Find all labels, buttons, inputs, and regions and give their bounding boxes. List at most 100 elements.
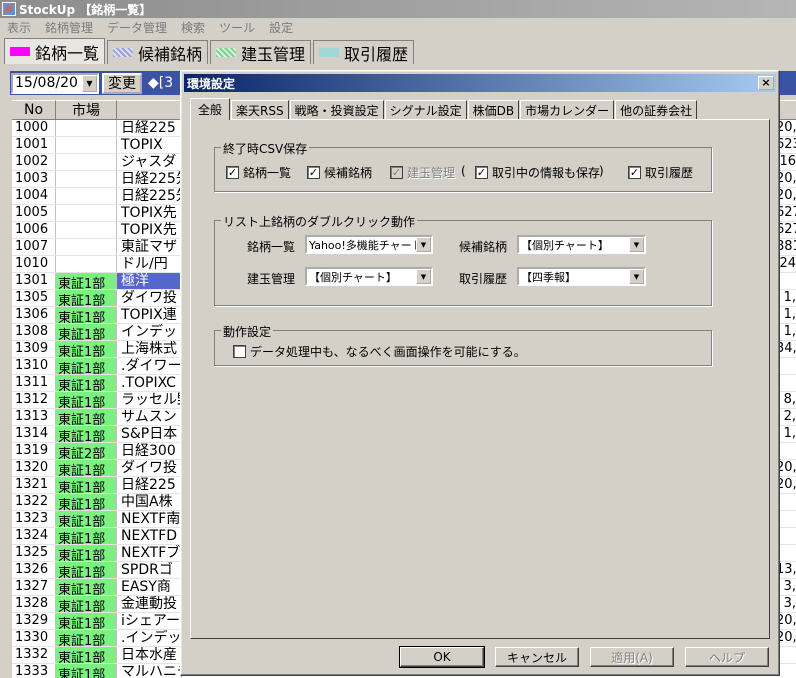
cell-market [56,188,117,204]
cell-market [56,120,117,136]
behavior-group: 動作設定 データ処理中も、なるべく画面操作を可能にする。 [214,323,712,366]
cell-no: 1305 [12,290,56,306]
header-market[interactable]: 市場 [56,100,117,119]
paren-open: ( [461,164,466,178]
chevron-down-icon[interactable]: ▼ [629,269,644,284]
csv-positions-checkbox: ✓ 建玉管理 [390,164,455,181]
select-value: 【四季報】 [521,270,576,284]
date-select[interactable]: 15/08/20 ▼ [11,72,99,94]
cell-market: 東証1部 [56,273,117,289]
tab-label: 建玉管理 [241,44,306,64]
cell-market [56,256,117,272]
check-icon: ✓ [628,166,641,179]
menu-view[interactable]: 表示 [0,19,38,36]
csv-trade-history-checkbox[interactable]: ✓ 取引履歴 [628,164,693,181]
cell-no: 1310 [12,358,56,374]
cell-market: 東証1部 [56,579,117,595]
checkbox-label: 候補銘柄 [324,166,373,180]
chevron-down-icon[interactable]: ▼ [82,74,97,92]
cell-no: 1309 [12,341,56,357]
cell-market: 東証1部 [56,664,117,678]
close-icon[interactable]: × [758,76,774,90]
cell-no: 1312 [12,392,56,408]
app-title: StockUp 【銘柄一覧】 [19,2,152,17]
cell-market: 東証1部 [56,528,117,544]
cell-market: 東証1部 [56,290,117,306]
cell-no: 1319 [12,443,56,459]
dblclick-group-label: リスト上銘柄のダブルクリック動作 [221,213,418,230]
checkbox-label: 建玉管理 [407,166,456,180]
responsive-ui-checkbox[interactable]: データ処理中も、なるべく画面操作を可能にする。 [233,343,526,360]
dbl-trade-history-label: 取引履歴 [459,272,508,286]
tab-price-db[interactable]: 株価DB [467,100,520,119]
dblclick-group: リスト上銘柄のダブルクリック動作 銘柄一覧 Yahoo!多機能チャート ▼ 候補… [214,213,712,306]
header-no[interactable]: No [12,100,56,119]
dialog-tabs: 全般 楽天RSS 戦略・投資設定 シグナル設定 株価DB 市場カレンダー 他の証… [190,97,698,120]
cell-market: 東証1部 [56,494,117,510]
check-icon: ✓ [307,166,320,179]
cancel-button[interactable]: キャンセル [495,647,579,667]
tab-color-swatch [113,48,134,57]
tab-other-brokers[interactable]: 他の証券会社 [615,100,698,119]
tab-general[interactable]: 全般 [190,98,231,120]
csv-group-label: 終了時CSV保存 [221,140,310,157]
menu-stock-mgmt[interactable]: 銘柄管理 [38,19,100,36]
cell-no: 1332 [12,647,56,663]
csv-save-group: 終了時CSV保存 ✓ 銘柄一覧 ✓ 候補銘柄 ✓ 建玉管理 ( ✓ 取引中の情報… [214,140,712,192]
main-tabbar: 銘柄一覧 候補銘柄 建玉管理 取引履歴 [0,37,796,64]
dbl-stock-list-select[interactable]: Yahoo!多機能チャート ▼ [305,235,433,254]
cell-no: 1003 [12,171,56,187]
check-icon: ✓ [390,166,403,179]
app-titlebar: StockUp 【銘柄一覧】 [0,0,796,18]
cell-no: 1306 [12,307,56,323]
cell-no: 1321 [12,477,56,493]
tab-strategy[interactable]: 戦略・投資設定 [289,100,384,119]
cell-market: 東証1部 [56,324,117,340]
cell-no: 1010 [12,256,56,272]
tab-positions[interactable]: 建玉管理 [210,40,312,64]
cell-market: 東証1部 [56,307,117,323]
cell-no: 1005 [12,205,56,221]
check-icon: ✓ [475,166,488,179]
dbl-candidates-select[interactable]: 【個別チャート】 ▼ [517,235,646,254]
cell-market: 東証1部 [56,562,117,578]
tab-rakuten-rss[interactable]: 楽天RSS [231,100,289,119]
menu-search[interactable]: 検索 [174,19,212,36]
select-value: 【個別チャート】 [521,238,609,252]
select-value: 【個別チャート】 [309,270,397,284]
csv-in-trade-checkbox[interactable]: ✓ 取引中の情報も保存 [475,164,600,181]
menu-data-mgmt[interactable]: データ管理 [100,19,174,36]
cell-no: 1320 [12,460,56,476]
cell-no: 1330 [12,630,56,646]
chevron-down-icon[interactable]: ▼ [416,237,431,252]
chevron-down-icon[interactable]: ▼ [629,237,644,252]
menu-settings[interactable]: 設定 [262,19,300,36]
menu-tools[interactable]: ツール [212,19,262,36]
cell-market [56,137,117,153]
cell-no: 1333 [12,664,56,678]
behavior-group-label: 動作設定 [221,323,274,340]
cell-market [56,205,117,221]
tab-candidates[interactable]: 候補銘柄 [107,40,209,64]
tab-market-calendar[interactable]: 市場カレンダー [520,100,615,119]
cell-no: 1000 [12,120,56,136]
chevron-down-icon[interactable]: ▼ [416,269,431,284]
paren-close: ) [599,164,604,178]
menubar: 表示 銘柄管理 データ管理 検索 ツール 設定 [0,18,796,36]
cell-no: 1311 [12,375,56,391]
tab-color-swatch [10,47,30,56]
tab-trade-history[interactable]: 取引履歴 [313,40,415,64]
cell-no: 1002 [12,154,56,170]
change-button[interactable]: 変更 [102,72,142,94]
tab-stock-list[interactable]: 銘柄一覧 [4,38,106,64]
csv-candidates-checkbox[interactable]: ✓ 候補銘柄 [307,164,372,181]
tab-signal[interactable]: シグナル設定 [384,100,467,119]
cell-no: 1328 [12,596,56,612]
dbl-trade-history-select[interactable]: 【四季報】 ▼ [517,267,646,286]
ok-button[interactable]: OK [399,646,485,668]
checkbox-label: 取引中の情報も保存 [492,166,601,180]
csv-stock-list-checkbox[interactable]: ✓ 銘柄一覧 [226,164,291,181]
cell-no: 1006 [12,222,56,238]
dbl-positions-select[interactable]: 【個別チャート】 ▼ [305,267,433,286]
cell-no: 1326 [12,562,56,578]
